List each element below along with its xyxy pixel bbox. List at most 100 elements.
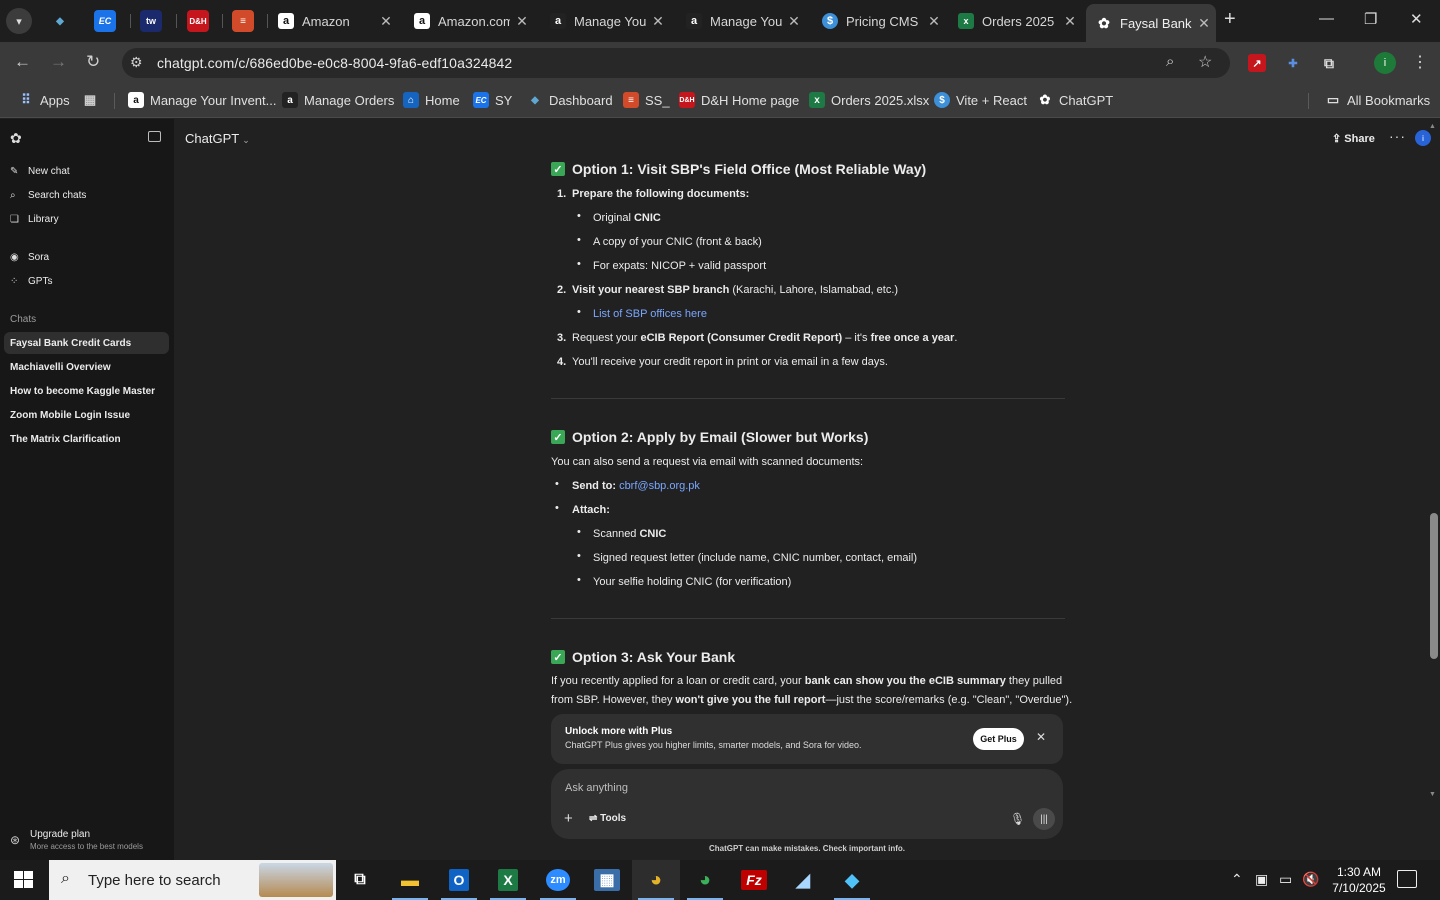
scroll-up-arrow-icon[interactable]: ▲ [1429, 123, 1436, 130]
taskbar-search-box[interactable]: ⌕ Type here to search [49, 860, 336, 900]
share-button[interactable]: ⇪ Share [1332, 132, 1375, 145]
extension-blue-icon[interactable]: ✚ [1284, 54, 1302, 72]
pinned-tab-tw[interactable]: tw [140, 10, 162, 32]
tab-orders-2025[interactable]: x Orders 2025 ✕ [948, 6, 1082, 36]
close-window-icon[interactable]: ✕ [1410, 10, 1423, 28]
tab-pricing-cms[interactable]: $ Pricing CMS ✕ [812, 6, 946, 36]
reload-icon[interactable]: ↻ [86, 52, 100, 72]
chat-item-kaggle[interactable]: How to become Kaggle Master [4, 380, 169, 402]
bookmark-dashboard[interactable]: ◆ Dashboard [527, 92, 612, 108]
tray-chevron-up-icon[interactable]: ⌃ [1231, 871, 1243, 888]
chat-item-machiavelli[interactable]: Machiavelli Overview [4, 356, 169, 378]
tray-monitor-icon[interactable]: ▭ [1279, 871, 1292, 888]
extensions-puzzle-icon[interactable]: ⧉ [1320, 54, 1338, 72]
microphone-icon[interactable]: 🎙 [1010, 812, 1025, 826]
bookmark-apps[interactable]: ⠿ Apps [18, 92, 69, 108]
restore-icon[interactable]: ❐ [1364, 10, 1377, 28]
browser-menu-icon[interactable]: ⋮ [1412, 52, 1428, 72]
scrollbar-thumb[interactable] [1430, 513, 1438, 659]
sora-button[interactable]: ◉ Sora [10, 252, 49, 263]
url-text[interactable]: chatgpt.com/c/686ed0be-e0c8-8004-9fa6-ed… [157, 55, 512, 71]
sbp-offices-link[interactable]: List of SBP offices here [593, 308, 707, 320]
vscode-like-icon[interactable]: ◆ [828, 860, 876, 900]
chat-item-matrix[interactable]: The Matrix Clarification [4, 428, 169, 450]
close-tab-icon[interactable]: ✕ [782, 13, 806, 30]
tray-network-alert-icon[interactable]: ▣ [1255, 871, 1268, 888]
filezilla-icon[interactable]: Fz [730, 860, 778, 900]
library-button[interactable]: ❏ Library [10, 214, 59, 225]
add-attachment-icon[interactable]: + [564, 810, 573, 827]
more-options-icon[interactable]: ··· [1389, 128, 1406, 144]
close-tab-icon[interactable]: ✕ [374, 13, 398, 30]
windows-start-icon[interactable] [14, 871, 34, 889]
extension-red-icon[interactable]: ↗ [1248, 54, 1266, 72]
close-icon[interactable]: ✕ [1036, 730, 1046, 744]
excel-app-icon[interactable]: X [484, 860, 532, 900]
chat-item-zoom[interactable]: Zoom Mobile Login Issue [4, 404, 169, 426]
outlook-icon[interactable]: O [435, 860, 483, 900]
pinned-tab-ec[interactable]: EC [94, 10, 116, 32]
close-tab-icon[interactable]: ✕ [646, 13, 670, 30]
address-bar[interactable]: ⚙ chatgpt.com/c/686ed0be-e0c8-8004-9fa6-… [122, 48, 1230, 78]
bookmark-home[interactable]: ⌂ Home [403, 92, 460, 108]
minimize-icon[interactable]: — [1319, 10, 1334, 27]
bookmark-dh-home[interactable]: D&H D&H Home page [679, 92, 799, 108]
bookmark-orders-xlsx[interactable]: x Orders 2025.xlsx [809, 92, 929, 108]
tools-button[interactable]: ⇌ Tools [589, 813, 626, 824]
site-info-icon[interactable]: ⚙ [130, 54, 143, 71]
forward-arrow-icon[interactable]: → [50, 52, 67, 72]
profile-avatar[interactable]: i [1374, 52, 1396, 74]
close-tab-icon[interactable]: ✕ [1192, 15, 1216, 32]
all-bookmarks[interactable]: ▭ All Bookmarks [1325, 92, 1430, 108]
close-tab-icon[interactable]: ✕ [922, 13, 946, 30]
bookmark-star-icon[interactable]: ☆ [1198, 52, 1212, 72]
bookmark-ss[interactable]: ≡ SS_ [623, 92, 670, 108]
search-icon: ⌕ [10, 190, 16, 201]
pinned-tab-stack[interactable]: ≡ [232, 10, 254, 32]
tab-amazon-com[interactable]: a Amazon.com ✕ [404, 6, 534, 36]
back-arrow-icon[interactable]: ← [14, 52, 31, 72]
file-explorer-icon[interactable]: ▬ [386, 860, 434, 900]
task-view-icon[interactable]: ⧉ [336, 860, 384, 900]
bookmark-sy[interactable]: EC SY [473, 92, 512, 108]
prompt-input[interactable]: Ask anything [565, 782, 628, 794]
search-chats-button[interactable]: ⌕ Search chats [10, 190, 86, 201]
chrome-icon[interactable]: ◕ [681, 860, 729, 900]
bookmark-grid[interactable]: ▦ [82, 92, 104, 108]
bookmark-manage-inventory[interactable]: a Manage Your Invent... [128, 92, 276, 108]
tab-faysal-bank[interactable]: ✿ Faysal Bank ✕ [1086, 4, 1216, 42]
gpts-button[interactable]: ⁘ GPTs [10, 276, 52, 287]
model-selector[interactable]: ChatGPT ⌄ [185, 131, 250, 146]
tab-amazon[interactable]: a Amazon ✕ [268, 6, 398, 36]
get-plus-button[interactable]: Get Plus [973, 728, 1024, 750]
taskbar-clock[interactable]: 1:30 AM 7/10/2025 [1330, 864, 1388, 896]
message-composer[interactable]: Ask anything + ⇌ Tools 🎙 ||| [551, 769, 1063, 839]
notification-center-icon[interactable] [1397, 870, 1417, 888]
voice-mode-icon[interactable]: ||| [1033, 808, 1055, 830]
notes-app-icon[interactable]: ◢ [779, 860, 827, 900]
tab-manage-your-2[interactable]: a Manage Your ✕ [676, 6, 806, 36]
section-divider [551, 398, 1065, 399]
new-chat-button[interactable]: ✎ New chat [10, 166, 70, 177]
email-link[interactable]: cbrf@sbp.org.pk [619, 480, 700, 492]
sidebar-toggle-icon[interactable] [148, 131, 161, 142]
pinned-tab-1[interactable]: ◆ [49, 10, 71, 32]
volume-muted-icon[interactable]: 🔇 [1302, 871, 1319, 888]
scroll-down-arrow-icon[interactable]: ▼ [1429, 791, 1436, 798]
tab-manage-your-1[interactable]: a Manage Your ✕ [540, 6, 670, 36]
close-tab-icon[interactable]: ✕ [510, 13, 534, 30]
bookmark-vite-react[interactable]: $ Vite + React [934, 92, 1027, 108]
close-tab-icon[interactable]: ✕ [1058, 13, 1082, 30]
calculator-icon[interactable]: ▦ [583, 860, 631, 900]
bookmark-chatgpt[interactable]: ✿ ChatGPT [1037, 92, 1114, 108]
zoom-icon[interactable]: ⌕ [1166, 53, 1174, 70]
zoom-app-icon[interactable]: zm [534, 860, 582, 900]
openai-logo-icon[interactable]: ✿ [10, 130, 22, 147]
chrome-active-icon[interactable]: ◕ [632, 860, 680, 900]
bookmark-manage-orders[interactable]: a Manage Orders [282, 92, 394, 108]
chat-item-faysal-bank[interactable]: Faysal Bank Credit Cards [4, 332, 169, 354]
new-tab-button[interactable]: + [1224, 8, 1236, 31]
user-avatar[interactable]: i [1415, 130, 1431, 146]
pinned-tab-dh[interactable]: D&H [187, 10, 209, 32]
tab-search-button[interactable]: ▾ [6, 8, 32, 34]
